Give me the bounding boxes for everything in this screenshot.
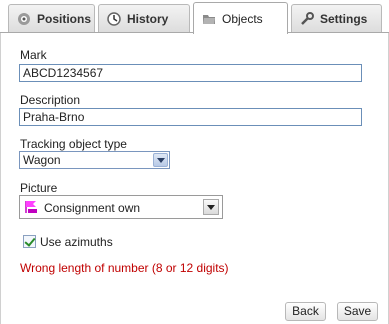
chevron-down-icon [153,153,168,167]
objects-icon [202,12,216,26]
picture-select[interactable]: Consignment own [19,195,223,219]
use-azimuths-label: Use azimuths [40,235,113,249]
tab-settings-label: Settings [320,12,368,26]
picture-value: Consignment own [44,201,141,215]
tab-bar: Positions History Objects Settings [0,0,389,34]
mark-input[interactable]: ABCD1234567 [19,64,362,82]
error-message: Wrong length of number (8 or 12 digits) [20,261,229,275]
use-azimuths-checkbox[interactable] [23,235,36,248]
picture-dropdown-button[interactable] [203,199,219,215]
mark-label: Mark [20,48,47,62]
tracking-object-type-select[interactable]: Wagon [19,151,170,169]
description-label: Description [20,93,81,107]
tab-history-label: History [127,12,169,26]
tracking-object-type-label: Tracking object type [20,137,127,151]
settings-icon [300,12,314,26]
picture-label: Picture [20,181,58,195]
tab-positions[interactable]: Positions [8,4,95,33]
tab-objects-label: Objects [222,11,263,26]
save-button[interactable]: Save [337,302,378,321]
back-button[interactable]: Back [285,302,326,321]
tab-objects[interactable]: Objects [193,2,288,34]
tab-settings[interactable]: Settings [291,4,382,33]
tracking-object-type-value: Wagon [23,153,61,167]
positions-icon [17,12,31,26]
consignment-picture-icon [25,200,39,214]
tab-history[interactable]: History [98,4,190,33]
history-icon [107,12,121,26]
tab-positions-label: Positions [37,12,92,26]
description-input[interactable]: Praha-Brno [19,108,362,126]
